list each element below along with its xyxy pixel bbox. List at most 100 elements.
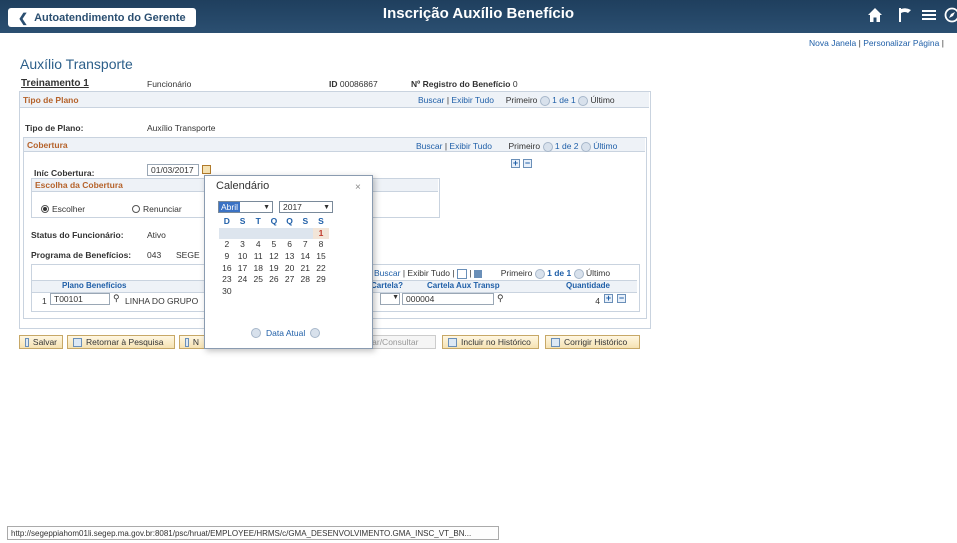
home-icon[interactable] [867,7,883,28]
previous-arrow-icon[interactable] [539,95,550,106]
calendar-day[interactable]: 29 [313,274,329,286]
calendar-day[interactable]: 12 [266,251,282,263]
flag-icon[interactable] [897,7,913,28]
calendar-day[interactable]: 6 [282,239,298,251]
calendar-day[interactable]: 21 [297,263,313,275]
next-arrow-icon[interactable] [580,141,591,152]
col-quantidade-header[interactable]: Quantidade [566,281,610,290]
add-row-button[interactable]: + [511,159,520,168]
calendar-day[interactable]: 13 [282,251,298,263]
exibir-tudo-link[interactable]: Exibir Tudo [407,268,450,278]
exibir-tudo-link[interactable]: Exibir Tudo [449,141,492,151]
weekday-label: Q [286,216,293,226]
calendar-day [282,286,298,298]
close-icon[interactable]: × [355,182,361,193]
calendar-day[interactable]: 1 [313,227,329,240]
delete-row-button[interactable]: − [617,294,626,303]
calendar-week-row: 16 17 18 19 20 21 22 [219,263,329,275]
add-history-icon [448,337,457,347]
back-button[interactable]: ❮ Autoatendimento do Gerente [8,8,196,27]
calendar-day[interactable]: 15 [313,251,329,263]
calendar-day[interactable]: 26 [266,274,282,286]
calendar-day[interactable]: 7 [297,239,313,251]
calendar-day[interactable]: 14 [297,251,313,263]
add-row-button[interactable]: + [604,294,613,303]
plano-description: LINHA DO GRUPO [125,296,199,306]
calendar-day[interactable]: 8 [313,239,329,251]
radio-selected-icon[interactable] [41,205,49,213]
retornar-pesquisa-button[interactable]: Retornar à Pesquisa [67,335,175,349]
calendar-day[interactable]: 18 [250,263,266,275]
buscar-link[interactable]: Buscar [418,95,444,105]
calendar-day[interactable]: 19 [266,263,282,275]
download-icon[interactable] [473,269,482,278]
tipo-plano-title: Tipo de Plano [23,95,79,105]
new-window-link[interactable]: Nova Janela [809,38,856,48]
lookup-icon[interactable]: ⚲ [497,293,504,304]
buscar-link[interactable]: Buscar [416,141,442,151]
weekday-label: D [223,216,230,226]
save-icon [25,337,29,347]
status-funcionario-value: Ativo [147,230,166,240]
lookup-icon[interactable]: ⚲ [113,293,120,304]
escolher-radio[interactable]: Escolher [41,204,85,214]
calendar-day[interactable]: 9 [219,251,235,263]
calendar-day[interactable]: 4 [250,239,266,251]
calendar-day[interactable]: 27 [282,274,298,286]
calendar-week-row: 9 10 11 12 13 14 15 [219,251,329,263]
calendar-day[interactable]: 28 [297,274,313,286]
save-button[interactable]: Salvar [19,335,63,349]
cartela-aux-input[interactable]: 000004 [402,293,494,305]
calendar-day[interactable]: 25 [250,274,266,286]
status-funcionario-label: Status do Funcionário: [31,230,124,240]
corrigir-historico-button[interactable]: Corrigir Histórico [545,335,640,349]
today-link[interactable]: Data Atual [266,328,305,338]
calendar-day[interactable]: 11 [250,251,266,263]
calendar-day[interactable]: 17 [235,263,251,275]
chevron-down-icon: ▼ [263,203,270,211]
calendar-day[interactable]: 5 [266,239,282,251]
calendar-day[interactable]: 30 [219,286,235,298]
col-plano-header[interactable]: Plano Benefícios [62,281,126,290]
calendar-day[interactable]: 22 [313,263,329,275]
calendar-icon[interactable] [202,165,211,174]
col-cartela-header[interactable]: Cartela? [371,281,403,290]
weekday-label: S [302,216,309,226]
personalize-page-link[interactable]: Personalizar Página [863,38,939,48]
cartela-dropdown[interactable]: ▼ [380,293,400,305]
chevron-left-icon: ❮ [18,10,29,25]
previous-month-icon[interactable] [251,328,261,338]
incluir-historico-button[interactable]: Incluir no Histórico [442,335,539,349]
delete-row-button[interactable]: − [523,159,532,168]
year-select[interactable]: 2017 ▼ [279,201,333,213]
month-select[interactable]: Abril ▼ [218,201,273,213]
exibir-tudo-link[interactable]: Exibir Tudo [451,95,494,105]
zoom-icon[interactable] [456,268,467,279]
weekday-label: S [318,216,324,226]
browser-status-bar: http://segeppiahom01li.segep.ma.gov.br:8… [7,526,499,540]
compass-icon[interactable] [944,7,957,28]
calendar-day[interactable]: 16 [219,263,235,275]
calendar-day [266,228,282,240]
calendar-day[interactable]: 3 [235,239,251,251]
notify-button[interactable]: N [179,335,205,349]
inic-cobertura-input[interactable]: 01/03/2017 [147,164,199,176]
renunciar-radio[interactable]: Renunciar [132,204,182,214]
buscar-link[interactable]: Buscar [374,268,400,278]
radio-unselected-icon[interactable] [132,205,140,213]
calendar-day [313,286,329,298]
next-month-icon[interactable] [310,328,321,338]
plano-beneficios-input[interactable]: T00101 [50,293,110,305]
previous-arrow-icon[interactable] [534,268,545,279]
calendar-day[interactable]: 2 [219,239,235,251]
next-arrow-icon[interactable] [573,268,584,279]
calendar-day[interactable]: 24 [235,274,251,286]
calendar-day[interactable]: 10 [235,251,251,263]
calendar-day[interactable]: 20 [282,263,298,275]
next-arrow-icon[interactable] [578,95,589,106]
menu-icon[interactable] [922,7,936,28]
col-cartela-aux-header[interactable]: Cartela Aux Transp [427,281,500,290]
calendar-day[interactable]: 23 [219,274,235,286]
id-field: ID 00086867 [329,79,378,89]
previous-arrow-icon[interactable] [542,141,553,152]
